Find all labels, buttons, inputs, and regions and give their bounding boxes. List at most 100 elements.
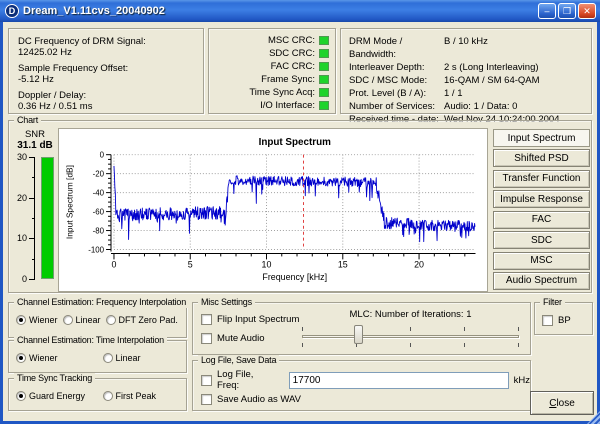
filter-group: Filter BP (534, 302, 593, 335)
radio-option-linear[interactable]: Linear (103, 353, 185, 363)
view-button-msc[interactable]: MSC (493, 252, 590, 270)
misc-checkbox-row: Mute Audio (201, 333, 299, 344)
slider-tick (410, 327, 411, 331)
mlc-iterations-label: MLC: Number of Iterations: 1 (302, 309, 519, 320)
info-label: Sample Frequency Offset: (18, 63, 203, 74)
chart-select-buttons: Input Spectrum Shifted PSD Transfer Functi… (493, 129, 590, 290)
bp-filter-checkbox[interactable] (542, 315, 553, 326)
mute-audio-checkbox[interactable] (201, 333, 212, 344)
radio-label: First Peak (116, 391, 157, 401)
radio-option-first-peak[interactable]: First Peak (103, 391, 185, 401)
radio-icon (16, 353, 26, 363)
mode-row: SDC / MSC Mode:16-QAM / SM 64-QAM (349, 74, 591, 87)
close-window-icon[interactable]: ✕ (578, 3, 596, 19)
radio-option-wiener[interactable]: Wiener (16, 315, 58, 325)
radio-icon (106, 315, 116, 325)
status-led-icon (319, 75, 329, 84)
title-bar[interactable]: D Dream_V1.11cvs_20040902 – ❒ ✕ (0, 0, 600, 22)
led-label: FAC CRC: (271, 61, 315, 72)
radio-label: Guard Energy (29, 391, 85, 401)
log-file-checkbox-label: Log File, Freq: (217, 369, 278, 391)
client-area: DC Frequency of DRM Signal:12425.02 HzSa… (3, 22, 597, 421)
radio-label: Linear (76, 315, 101, 325)
led-row: I/O Interface: (209, 100, 329, 111)
window-controls: – ❒ ✕ (538, 3, 596, 19)
led-row: Time Sync Acq: (209, 87, 329, 98)
info-label: DC Frequency of DRM Signal: (18, 36, 203, 47)
status-led-icon (319, 101, 329, 110)
info-value: -5.12 Hz (18, 74, 203, 85)
view-button-fac[interactable]: FAC (493, 211, 590, 229)
log-frequency-input[interactable] (289, 372, 509, 389)
save-wav-label: Save Audio as WAV (217, 394, 301, 405)
radio-icon (16, 391, 26, 401)
misc-checkbox-row: Flip Input Spectrum (201, 314, 299, 325)
app-icon: D (5, 4, 19, 18)
mode-label: Interleaver Depth: (349, 61, 444, 74)
bp-filter-label: BP (558, 315, 571, 326)
mode-value: 2 s (Long Interleaving) (444, 61, 539, 74)
led-row: Frame Sync: (209, 74, 329, 85)
radio-icon (16, 315, 26, 325)
mode-label: Number of Services: (349, 100, 444, 113)
snr-tick (29, 198, 35, 199)
misc-checkboxes: Flip Input Spectrum Mute Audio (201, 314, 299, 344)
view-button-impulse-response[interactable]: Impulse Response (493, 190, 590, 208)
chart-group: Chart SNR31.1 dB3020100 0-20-40-60-80-10… (8, 120, 592, 293)
svg-text:-20: -20 (93, 170, 105, 179)
mode-value: Audio: 1 / Data: 0 (444, 100, 517, 113)
status-led-panel: MSC CRC: SDC CRC: FAC CRC: Frame Sync: Time … (208, 28, 336, 114)
radio-option-linear[interactable]: Linear (63, 315, 101, 325)
led-label: I/O Interface: (260, 100, 315, 111)
app-icon-letter: D (9, 6, 16, 16)
radio-option-wiener[interactable]: Wiener (16, 353, 98, 363)
snr-minor-tick (32, 177, 35, 178)
misc-settings-title: Misc Settings (198, 297, 255, 308)
radio-label: DFT Zero Pad. (119, 315, 178, 325)
status-led-icon (319, 88, 329, 97)
mode-row: Prot. Level (B / A):1 / 1 (349, 87, 591, 100)
mode-value: B / 10 kHz (444, 35, 488, 61)
misc-settings-group: Misc Settings Flip Input SpectrumMute Au… (192, 302, 531, 355)
radio-option-dft-zero-pad-[interactable]: DFT Zero Pad. (106, 315, 178, 325)
view-button-shifted-psd[interactable]: Shifted PSD (493, 149, 590, 167)
led-label: MSC CRC: (268, 35, 315, 46)
mode-row: DRM Mode / Bandwidth:B / 10 kHz (349, 35, 591, 61)
mode-label: Prot. Level (B / A): (349, 87, 444, 100)
slider-tick (518, 343, 519, 347)
led-row: SDC CRC: (209, 48, 329, 59)
time-sync-options: Guard Energy First Peak (16, 391, 184, 401)
checkbox-label: Mute Audio (217, 333, 265, 344)
snr-bar (41, 157, 54, 279)
flip-input-spectrum-checkbox[interactable] (201, 314, 212, 325)
snr-minor-tick (32, 259, 35, 260)
led-label: Frame Sync: (261, 74, 315, 85)
view-button-sdc[interactable]: SDC (493, 231, 590, 249)
radio-option-guard-energy[interactable]: Guard Energy (16, 391, 98, 401)
radio-label: Linear (116, 353, 141, 363)
view-button-transfer-function[interactable]: Transfer Function (493, 170, 590, 188)
svg-text:Input Spectrum: Input Spectrum (259, 137, 332, 148)
maximize-icon[interactable]: ❒ (558, 3, 576, 19)
mode-value: 1 / 1 (444, 87, 463, 100)
snr-minor-tick (32, 218, 35, 219)
slider-tick (464, 327, 465, 331)
radio-label: Wiener (29, 315, 58, 325)
channel-est-time-group: Channel Estimation: Time Interpolation W… (8, 340, 187, 373)
view-button-audio-spectrum[interactable]: Audio Spectrum (493, 272, 590, 290)
minimize-icon[interactable]: – (538, 3, 556, 19)
close-button[interactable]: Close (530, 391, 594, 415)
log-file-checkbox[interactable] (201, 375, 212, 386)
view-button-input-spectrum[interactable]: Input Spectrum (493, 129, 590, 147)
svg-text:10: 10 (262, 259, 272, 269)
snr-tick (29, 279, 35, 280)
mlc-iterations-slider[interactable] (302, 323, 519, 349)
slider-thumb[interactable] (354, 325, 363, 344)
save-wav-checkbox[interactable] (201, 394, 212, 405)
slider-track[interactable] (302, 335, 519, 338)
radio-icon (103, 353, 113, 363)
svg-text:-80: -80 (93, 227, 105, 236)
status-led-icon (319, 36, 329, 45)
led-row: FAC CRC: (209, 61, 329, 72)
channel-est-freq-title: Channel Estimation: Frequency Interpolat… (14, 297, 189, 308)
